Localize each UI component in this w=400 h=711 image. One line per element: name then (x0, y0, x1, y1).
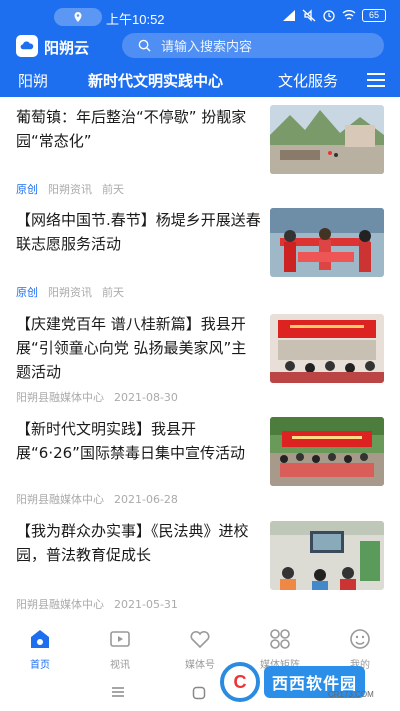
nav-media-label: 媒体号 (185, 660, 215, 671)
search-icon (138, 39, 151, 52)
wifi-icon (342, 10, 356, 20)
signal-icon (283, 10, 295, 21)
article-thumbnail[interactable] (270, 314, 384, 383)
article-title[interactable]: 【网络中国节.春节】杨堤乡开展送春联志愿服务活动 (16, 208, 261, 256)
recent-apps-icon[interactable] (111, 686, 125, 698)
home-button-icon[interactable] (192, 686, 206, 700)
video-icon (110, 631, 130, 647)
village-photo-icon (270, 105, 384, 174)
article-source: 阳朔县融媒体中心 (16, 493, 104, 506)
location-pin-icon (74, 12, 82, 22)
article-time: 2021-05-31 (114, 598, 178, 611)
menu-icon[interactable] (366, 72, 386, 88)
home-icon (31, 630, 49, 648)
search-placeholder: 请输入搜索内容 (161, 40, 253, 55)
site-watermark: C 西西软件园 CR173.COM (220, 660, 390, 704)
heart-hand-icon (190, 630, 210, 649)
article-meta: 原创 阳朔资讯 前天 (16, 284, 124, 300)
original-tag: 原创 (16, 286, 38, 299)
watermark-logo: C (220, 662, 260, 702)
banner-crowd-photo-icon (270, 417, 384, 486)
search-input[interactable]: 请输入搜索内容 (122, 33, 384, 58)
article-thumbnail[interactable] (270, 417, 384, 486)
original-tag: 原创 (16, 183, 38, 196)
nav-video[interactable]: 视讯 (90, 628, 150, 671)
article-time: 前天 (102, 286, 124, 299)
article-meta: 原创 阳朔资讯 前天 (16, 181, 124, 197)
grid-icon (270, 629, 290, 649)
article-meta: 阳朔县融媒体中心 2021-05-31 (16, 596, 178, 612)
header: 上午10:52 65 阳朔云 请输入搜索内容 阳朔 新时代文明实践中心 文化服务 (0, 0, 400, 97)
article-source: 阳朔资讯 (48, 286, 92, 299)
top-row: 阳朔云 请输入搜索内容 (0, 32, 400, 60)
article-source: 阳朔资讯 (48, 183, 92, 196)
article-thumbnail[interactable] (270, 105, 384, 174)
article-thumbnail[interactable] (270, 208, 384, 277)
status-icons: 65 (282, 9, 386, 22)
tab-yangshuo[interactable]: 阳朔 (18, 70, 48, 91)
status-bar: 上午10:52 65 (0, 0, 400, 32)
nav-home-label: 首页 (30, 660, 50, 671)
article-title[interactable]: 【我为群众办实事】《民法典》进校园，普法教育促成长 (16, 519, 261, 567)
nav-video-label: 视讯 (110, 660, 130, 671)
article-source: 阳朔县融媒体中心 (16, 391, 104, 404)
article-meta: 阳朔县融媒体中心 2021-08-30 (16, 389, 178, 405)
smile-icon (350, 629, 370, 649)
stage-event-photo-icon (270, 314, 384, 383)
article-title[interactable]: 葡萄镇：年后整治“不停歇” 扮靓家园“常态化” (16, 105, 261, 153)
channel-tabs: 阳朔 新时代文明实践中心 文化服务 (0, 64, 400, 97)
battery-icon: 65 (362, 9, 386, 22)
article-time: 前天 (102, 183, 124, 196)
app-name: 阳朔云 (44, 39, 90, 57)
tab-culture-service[interactable]: 文化服务 (278, 70, 338, 91)
volunteers-photo-icon (270, 208, 384, 277)
nav-home[interactable]: 首页 (10, 628, 70, 671)
article-source: 阳朔县融媒体中心 (16, 598, 104, 611)
article-title[interactable]: 【庆建党百年 谱八桂新篇】我县开展“引领童心向党 弘扬最美家风”主题活动 (16, 312, 261, 384)
article-time: 2021-06-28 (114, 493, 178, 506)
cloud-logo-icon (20, 41, 34, 50)
app-logo (16, 35, 38, 57)
classroom-photo-icon (270, 521, 384, 590)
article-thumbnail[interactable] (270, 521, 384, 590)
alarm-icon (323, 10, 335, 22)
article-time: 2021-08-30 (114, 391, 178, 404)
article-meta: 阳朔县融媒体中心 2021-06-28 (16, 491, 178, 507)
location-pill (54, 8, 102, 26)
tab-civilization-center[interactable]: 新时代文明实践中心 (88, 70, 223, 91)
status-time: 上午10:52 (106, 12, 165, 27)
mute-icon (302, 9, 316, 22)
article-title[interactable]: 【新时代文明实践】我县开展“6·26”国际禁毒日集中宣传活动 (16, 417, 261, 465)
watermark-sub: CR173.COM (328, 690, 374, 699)
